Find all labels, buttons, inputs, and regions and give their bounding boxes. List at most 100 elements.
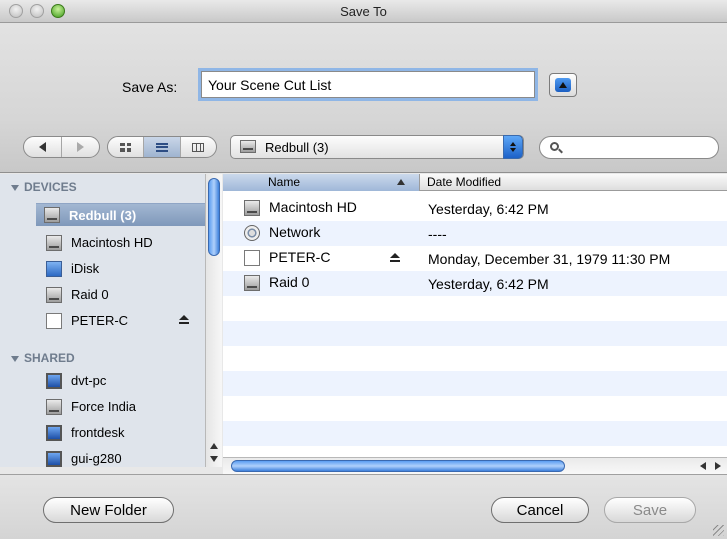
file-date: ----: [428, 226, 447, 242]
column-view-button[interactable]: [181, 137, 216, 157]
file-name: Network: [269, 224, 321, 240]
sidebar-item-raid-0[interactable]: Raid 0: [38, 283, 208, 306]
empty-row: [223, 446, 727, 457]
location-label: Redbull (3): [265, 140, 329, 155]
search-icon: [550, 142, 559, 151]
empty-row: [223, 296, 727, 321]
sidebar-item-label: PETER-C: [71, 313, 129, 328]
back-button[interactable]: [24, 137, 62, 157]
hard-drive-icon: [46, 398, 62, 415]
scrollbar-thumb[interactable]: [231, 460, 565, 472]
resize-grip-icon[interactable]: [713, 525, 724, 536]
volume-icon: [244, 250, 260, 266]
empty-row: [223, 396, 727, 421]
hard-drive-icon: [46, 234, 62, 251]
new-folder-button[interactable]: New Folder: [43, 497, 174, 523]
icon-view-button[interactable]: [108, 137, 145, 157]
back-arrow-icon: [39, 142, 46, 152]
popup-arrows-icon: [503, 135, 523, 159]
file-date: Monday, December 31, 1979 11:30 PM: [428, 251, 671, 267]
icon-view-icon: [120, 142, 132, 152]
file-name: PETER-C: [269, 249, 331, 265]
sidebar-scrollbar[interactable]: [205, 174, 222, 467]
column-header-date[interactable]: Date Modified: [427, 175, 501, 189]
table-row[interactable]: Raid 0 Yesterday, 6:42 PM: [223, 271, 727, 296]
column-view-icon: [192, 142, 205, 152]
search-field[interactable]: [539, 136, 719, 159]
column-header-name[interactable]: Name: [223, 174, 420, 191]
sidebar-item-peter-c[interactable]: PETER-C: [38, 309, 208, 332]
hard-drive-icon: [44, 207, 60, 223]
file-name: Raid 0: [269, 274, 310, 290]
collapse-dialog-button[interactable]: [549, 73, 577, 97]
table-row[interactable]: Network ----: [223, 221, 727, 246]
network-icon: [244, 225, 260, 241]
save-dialog: Save To Save As: Redbull (3): [0, 0, 727, 539]
scroll-down-icon[interactable]: [210, 456, 218, 462]
disclosure-triangle-icon[interactable]: [11, 185, 19, 191]
file-list: Name Date Modified Macintosh HD Yesterda…: [223, 174, 727, 457]
sidebar-item-label: gui-g280: [71, 451, 122, 466]
column-header-label: Name: [268, 175, 301, 189]
sidebar-item-label: Macintosh HD: [71, 235, 153, 250]
scroll-up-icon[interactable]: [210, 443, 218, 449]
sidebar-item-label: Force India: [71, 399, 137, 414]
empty-row: [223, 371, 727, 396]
title-bar[interactable]: Save To: [0, 0, 727, 23]
sidebar-item-label: iDisk: [71, 261, 100, 276]
table-row[interactable]: Macintosh HD Yesterday, 6:42 PM: [223, 196, 727, 221]
sidebar-item-redbull[interactable]: Redbull (3): [36, 203, 206, 226]
sidebar-item-label: dvt-pc: [71, 373, 107, 388]
volume-icon: [46, 312, 62, 329]
scroll-left-icon[interactable]: [700, 462, 706, 470]
forward-button[interactable]: [62, 137, 99, 157]
idisk-icon: [46, 260, 62, 277]
scroll-right-icon[interactable]: [715, 462, 721, 470]
hard-drive-icon: [46, 286, 62, 303]
window-title: Save To: [340, 4, 387, 19]
filename-input[interactable]: [201, 71, 535, 98]
disclosure-triangle-icon[interactable]: [11, 356, 19, 362]
chevron-up-icon: [559, 82, 567, 88]
sidebar-item-label: Raid 0: [71, 287, 109, 302]
sidebar-item-force-india[interactable]: Force India: [38, 395, 208, 418]
save-as-row: Save As:: [0, 23, 727, 119]
sidebar-heading-devices: DEVICES: [24, 180, 77, 194]
scrollbar-thumb[interactable]: [208, 178, 220, 256]
list-view-button[interactable]: [144, 137, 181, 157]
file-name: Macintosh HD: [269, 199, 357, 215]
scroll-arrows[interactable]: [206, 437, 222, 467]
cancel-button[interactable]: Cancel: [491, 497, 589, 523]
sidebar-item-label: frontdesk: [71, 425, 125, 440]
table-row[interactable]: PETER-C Monday, December 31, 1979 11:30 …: [223, 246, 727, 271]
computer-icon: [46, 424, 62, 441]
hard-drive-icon: [240, 140, 256, 153]
sidebar-item-idisk[interactable]: iDisk: [38, 257, 208, 280]
browser-toolbar: Redbull (3): [0, 119, 727, 173]
save-button[interactable]: Save: [604, 497, 696, 523]
empty-row: [223, 346, 727, 371]
sidebar-item-gui-g280[interactable]: gui-g280: [38, 447, 208, 467]
hard-drive-icon: [244, 200, 260, 216]
file-list-horizontal-scrollbar[interactable]: [223, 457, 727, 474]
back-forward-buttons: [23, 136, 100, 158]
file-date: Yesterday, 6:42 PM: [428, 276, 549, 292]
eject-icon[interactable]: [178, 314, 190, 326]
sort-ascending-icon: [397, 179, 405, 185]
forward-arrow-icon: [77, 142, 84, 152]
sidebar-item-macintosh-hd[interactable]: Macintosh HD: [38, 231, 208, 254]
list-view-icon: [155, 142, 168, 152]
sidebar-heading-shared: SHARED: [24, 351, 75, 365]
computer-icon: [46, 450, 62, 467]
sidebar-item-frontdesk[interactable]: frontdesk: [38, 421, 208, 444]
empty-row: [223, 421, 727, 446]
hard-drive-icon: [244, 275, 260, 291]
eject-icon[interactable]: [389, 252, 401, 264]
location-popup[interactable]: Redbull (3): [230, 135, 524, 159]
view-mode-buttons: [107, 136, 217, 158]
sidebar: DEVICES Redbull (3) Macintosh HD iDisk R…: [0, 174, 222, 467]
dialog-footer: New Folder Cancel Save: [0, 474, 727, 539]
file-list-header: Name Date Modified: [223, 174, 727, 191]
sidebar-item-dvt-pc[interactable]: dvt-pc: [38, 369, 208, 392]
computer-icon: [46, 372, 62, 389]
